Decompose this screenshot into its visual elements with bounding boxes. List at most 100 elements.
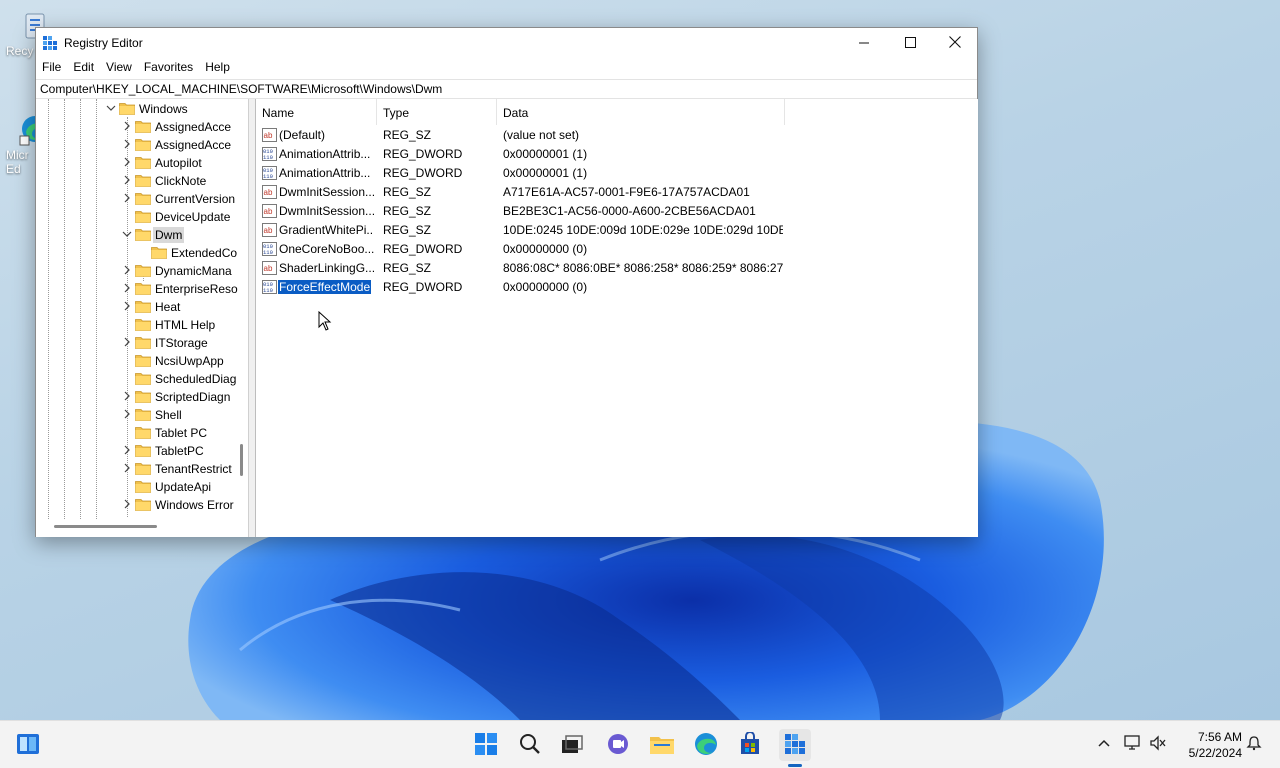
folder-icon xyxy=(135,318,151,331)
regedit-icon xyxy=(783,732,807,759)
chevron-right-icon[interactable] xyxy=(122,139,132,149)
registry-value-row[interactable]: ab DwmInitSession... REG_SZ BE2BE3C1-AC56-0… xyxy=(256,202,979,221)
network-icon xyxy=(1124,735,1142,754)
tree-item[interactable]: CurrentVersion xyxy=(36,190,248,208)
tree-item[interactable]: DeviceUpdate xyxy=(36,208,248,226)
chevron-right-icon[interactable] xyxy=(122,499,132,509)
tree-item[interactable]: NcsiUwpApp xyxy=(36,352,248,370)
registry-value-row[interactable]: ab GradientWhitePi... REG_SZ 10DE:0245 10DE… xyxy=(256,221,979,240)
title-bar[interactable]: Registry Editor xyxy=(36,28,977,58)
chevron-right-icon[interactable] xyxy=(122,175,132,185)
svg-text:ab: ab xyxy=(264,131,273,140)
values-list-pane[interactable]: Name Type Data ab (Default) REG_SZ (value n… xyxy=(255,99,978,537)
tree-item[interactable]: ClickNote xyxy=(36,172,248,190)
tree-item[interactable]: Heat xyxy=(36,298,248,316)
chevron-right-icon[interactable] xyxy=(122,283,132,293)
chevron-down-icon[interactable] xyxy=(122,229,132,239)
tree-item[interactable]: ExtendedCo xyxy=(36,244,248,262)
folder-icon xyxy=(135,426,151,439)
value-data: (value not set) xyxy=(503,128,580,142)
registry-value-row[interactable]: ab DwmInitSession... REG_SZ A717E61A-AC57-0… xyxy=(256,183,979,202)
tree-item[interactable]: DynamicMana xyxy=(36,262,248,280)
close-button[interactable] xyxy=(932,28,978,58)
tree-vertical-scrollbar[interactable] xyxy=(240,444,243,476)
folder-icon xyxy=(135,498,151,511)
chevron-right-icon[interactable] xyxy=(122,409,132,419)
task-view-icon xyxy=(561,734,583,757)
clock[interactable]: 7:56 AM 5/22/2024 xyxy=(1176,729,1242,761)
registry-value-row[interactable]: 010 110 AnimationAttrib... REG_DWORD 0x00000… xyxy=(256,164,979,183)
tree-item[interactable]: ScheduledDiag xyxy=(36,370,248,388)
widgets-button[interactable] xyxy=(12,729,44,761)
tree-item[interactable]: HTML Help xyxy=(36,316,248,334)
chevron-right-icon[interactable] xyxy=(122,391,132,401)
chevron-up-icon xyxy=(1096,739,1112,754)
string-value-icon: ab xyxy=(262,204,277,218)
teams-chat-button[interactable] xyxy=(602,729,634,761)
chevron-right-icon[interactable] xyxy=(122,193,132,203)
show-hidden-icons-button[interactable] xyxy=(1096,735,1116,755)
chevron-right-icon[interactable] xyxy=(122,301,132,311)
tree-item[interactable]: ITStorage xyxy=(36,334,248,352)
column-header-data[interactable]: Data xyxy=(497,99,785,125)
network-status-button[interactable] xyxy=(1124,735,1144,755)
maximize-button[interactable] xyxy=(887,28,933,58)
file-explorer-button[interactable] xyxy=(646,729,678,761)
chevron-right-icon[interactable] xyxy=(122,157,132,167)
tree-item-label: DynamicMana xyxy=(155,264,232,278)
registry-value-row[interactable]: 010 110 ForceEffectMode REG_DWORD 0x00000000… xyxy=(256,278,979,297)
column-header-type[interactable]: Type xyxy=(377,99,497,125)
tree-item[interactable]: AssignedAcce xyxy=(36,136,248,154)
tree-item[interactable]: Tablet PC xyxy=(36,424,248,442)
registry-value-row[interactable]: ab ShaderLinkingG... REG_SZ 8086:08C* 8086:… xyxy=(256,259,979,278)
minimize-button[interactable] xyxy=(841,28,887,58)
regedit-taskbar-button[interactable] xyxy=(779,729,811,761)
address-bar[interactable]: Computer\HKEY_LOCAL_MACHINE\SOFTWARE\Mic… xyxy=(36,79,977,99)
tree-item-label: ScheduledDiag xyxy=(155,372,237,386)
tree-item[interactable]: TabletPC xyxy=(36,442,248,460)
chevron-right-icon[interactable] xyxy=(122,463,132,473)
menu-favorites[interactable]: Favorites xyxy=(138,58,199,78)
close-icon xyxy=(949,35,961,51)
registry-value-row[interactable]: 010 110 AnimationAttrib... REG_DWORD 0x00000… xyxy=(256,145,979,164)
search-button[interactable] xyxy=(514,729,546,761)
chevron-right-icon[interactable] xyxy=(122,445,132,455)
maximize-icon xyxy=(904,35,916,51)
value-name: DwmInitSession... xyxy=(279,185,374,199)
tree-item[interactable]: ScriptedDiagn xyxy=(36,388,248,406)
tree-item[interactable]: Windows Error xyxy=(36,496,248,514)
tree-item-label: ClickNote xyxy=(155,174,207,188)
tree-item[interactable]: AssignedAcce xyxy=(36,118,248,136)
menu-file[interactable]: File xyxy=(36,58,67,78)
start-button[interactable] xyxy=(470,729,502,761)
menu-help[interactable]: Help xyxy=(199,58,236,78)
value-name: AnimationAttrib... xyxy=(279,166,371,180)
chevron-down-icon[interactable] xyxy=(106,103,116,113)
task-view-button[interactable] xyxy=(556,729,588,761)
value-data: 0x00000001 (1) xyxy=(503,166,588,180)
tree-item[interactable]: EnterpriseReso xyxy=(36,280,248,298)
registry-value-row[interactable]: ab (Default) REG_SZ (value not set) xyxy=(256,126,979,145)
notifications-button[interactable] xyxy=(1246,735,1266,755)
registry-value-row[interactable]: 010 110 OneCoreNoBoo... REG_DWORD 0x00000000… xyxy=(256,240,979,259)
tree-item[interactable]: Windows xyxy=(36,100,248,118)
start-icon xyxy=(474,732,498,759)
teams-chat-icon xyxy=(606,732,630,759)
tree-item[interactable]: Shell xyxy=(36,406,248,424)
tree-item[interactable]: Autopilot xyxy=(36,154,248,172)
volume-button[interactable] xyxy=(1149,735,1169,755)
tree-horizontal-scrollbar[interactable] xyxy=(54,525,157,528)
tree-item[interactable]: Dwm xyxy=(36,226,248,244)
key-tree-pane[interactable]: Windows AssignedAcce AssignedAcce Autopilot… xyxy=(36,99,249,537)
edge-button[interactable] xyxy=(690,729,722,761)
tree-item[interactable]: TenantRestrict xyxy=(36,460,248,478)
chevron-right-icon[interactable] xyxy=(122,337,132,347)
tree-item[interactable]: UpdateApi xyxy=(36,478,248,496)
column-header-name[interactable]: Name xyxy=(256,99,377,125)
value-name-edit-field[interactable]: ForceEffectMode xyxy=(276,279,373,295)
store-button[interactable] xyxy=(734,729,766,761)
menu-view[interactable]: View xyxy=(100,58,138,78)
menu-edit[interactable]: Edit xyxy=(67,58,100,78)
chevron-right-icon[interactable] xyxy=(122,265,132,275)
chevron-right-icon[interactable] xyxy=(122,121,132,131)
